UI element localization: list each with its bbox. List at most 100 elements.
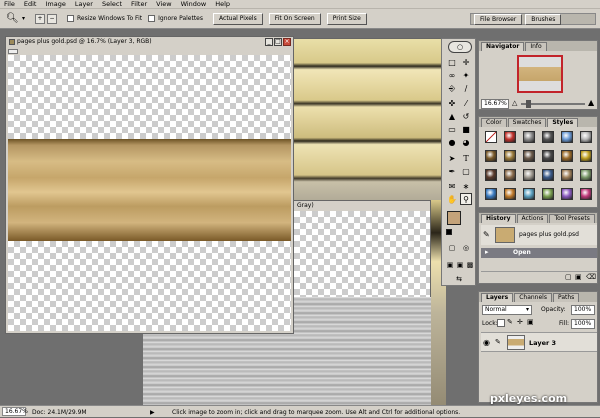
style-swatch[interactable] <box>504 169 516 181</box>
opacity-field[interactable]: 100% <box>571 305 595 315</box>
default-colors-icon[interactable] <box>446 229 452 235</box>
tab-layers[interactable]: Layers <box>481 293 514 302</box>
fill-field[interactable]: 100% <box>571 319 595 329</box>
history-snapshot-row[interactable]: ✎ pages plus gold.psd <box>481 225 597 245</box>
style-swatch[interactable] <box>504 150 516 162</box>
tab-info[interactable]: Info <box>525 42 547 51</box>
menu-window[interactable]: Window <box>181 0 207 9</box>
background-document-window[interactable] <box>293 38 443 210</box>
ignore-palettes-checkbox[interactable]: Ignore Palettes <box>148 15 203 22</box>
blur-tool-icon[interactable]: ● <box>446 136 458 148</box>
lock-position-icon[interactable]: ✛ <box>517 318 523 326</box>
type-tool-icon[interactable]: T <box>460 152 472 164</box>
crop-tool-icon[interactable]: ⎆ <box>446 82 458 94</box>
style-swatch[interactable] <box>504 188 516 200</box>
tab-swatches[interactable]: Swatches <box>507 118 547 127</box>
style-swatch[interactable] <box>580 150 592 162</box>
menu-edit[interactable]: Edit <box>24 0 37 9</box>
tab-actions[interactable]: Actions <box>516 214 549 223</box>
actual-pixels-button[interactable]: Actual Pixels <box>213 12 263 25</box>
trash-icon[interactable]: ⌫ <box>586 273 596 281</box>
zoom-out-icon[interactable]: − <box>47 13 58 24</box>
gradient-tool-icon[interactable]: ■ <box>460 123 472 135</box>
maximize-icon[interactable]: □ <box>274 38 282 46</box>
style-swatch[interactable] <box>542 169 554 181</box>
style-swatch[interactable] <box>561 169 573 181</box>
style-swatch[interactable] <box>504 131 516 143</box>
lock-image-icon[interactable]: ✎ <box>507 318 513 326</box>
print-size-button[interactable]: Print Size <box>326 12 367 25</box>
tab-paths[interactable]: Paths <box>552 293 580 302</box>
style-swatch[interactable] <box>561 150 573 162</box>
close-icon[interactable]: × <box>283 38 291 46</box>
tab-styles[interactable]: Styles <box>547 118 579 127</box>
navigator-zoom-field[interactable]: 16.67% <box>481 99 509 109</box>
shape-tool-icon[interactable]: ▢ <box>460 165 472 177</box>
jump-to-imageready-icon[interactable]: ⇆ <box>453 273 465 285</box>
style-swatch[interactable] <box>542 188 554 200</box>
navigator-zoom-in-icon[interactable]: ▲ <box>588 98 594 107</box>
zoom-tool-icon[interactable]: 🔍︎ <box>6 13 20 24</box>
menu-file[interactable]: File <box>4 0 15 9</box>
tab-navigator[interactable]: Navigator <box>481 42 525 51</box>
style-swatch[interactable] <box>561 131 573 143</box>
new-document-icon[interactable]: ▢ <box>565 273 572 281</box>
menu-select[interactable]: Select <box>102 0 122 9</box>
fit-on-screen-button[interactable]: Fit On Screen <box>268 12 321 25</box>
menu-filter[interactable]: Filter <box>131 0 147 9</box>
navigator-zoom-out-icon[interactable]: △ <box>512 99 517 107</box>
marquee-tool-icon[interactable]: □ <box>446 56 458 68</box>
screen-mode-full-black-icon[interactable]: ▩ <box>464 259 476 271</box>
lock-transparency-icon[interactable] <box>497 319 505 327</box>
history-brush-tool-icon[interactable]: ↺ <box>460 110 472 122</box>
lock-all-icon[interactable]: ▣ <box>527 318 534 326</box>
style-swatch[interactable] <box>485 188 497 200</box>
file-browser-tab[interactable]: File Browser <box>474 13 523 25</box>
move-tool-icon[interactable]: ✛ <box>460 56 472 68</box>
resize-windows-checkbox[interactable]: Resize Windows To Fit <box>67 15 142 22</box>
style-swatch[interactable] <box>523 150 535 162</box>
style-swatch[interactable] <box>485 169 497 181</box>
standard-mode-icon[interactable]: ▢ <box>446 242 458 254</box>
tab-history[interactable]: History <box>481 214 516 223</box>
clone-stamp-tool-icon[interactable]: ▲ <box>446 110 458 122</box>
main-document-window[interactable]: pages plus gold.psd @ 16.7% (Layer 3, RG… <box>5 36 294 334</box>
navigator-slider-handle[interactable] <box>526 100 531 108</box>
brushes-tab[interactable]: Brushes <box>525 13 562 25</box>
style-swatch[interactable] <box>542 131 554 143</box>
style-swatch[interactable] <box>580 169 592 181</box>
style-swatch[interactable] <box>580 131 592 143</box>
tab-tool-presets[interactable]: Tool Presets <box>549 214 595 223</box>
slice-tool-icon[interactable]: ∕ <box>460 82 472 94</box>
eyedropper-tool-icon[interactable]: ∗ <box>460 180 472 192</box>
style-swatch[interactable] <box>485 150 497 162</box>
status-zoom-field[interactable]: 16.67% <box>2 407 28 416</box>
pen-tool-icon[interactable]: ✒ <box>446 165 458 177</box>
hand-tool-icon[interactable]: ✋ <box>446 193 458 205</box>
history-step-row[interactable]: ▸ Open <box>481 248 597 258</box>
magic-wand-tool-icon[interactable]: ✦ <box>460 69 472 81</box>
zoom-in-icon[interactable]: + <box>35 13 46 24</box>
tab-color[interactable]: Color <box>481 118 507 127</box>
notes-tool-icon[interactable]: ✉ <box>446 180 458 192</box>
minimize-icon[interactable]: _ <box>265 38 273 46</box>
new-snapshot-icon[interactable]: ▣ <box>575 273 582 281</box>
quick-mask-mode-icon[interactable]: ◎ <box>460 242 472 254</box>
menu-view[interactable]: View <box>156 0 171 9</box>
style-swatch[interactable] <box>542 150 554 162</box>
layer-row[interactable]: ◉ ✎ Layer 3 <box>481 332 597 352</box>
brush-tool-icon[interactable]: ⁄ <box>460 97 472 109</box>
eraser-tool-icon[interactable]: ▭ <box>446 123 458 135</box>
menu-help[interactable]: Help <box>215 0 230 9</box>
style-swatch[interactable] <box>485 131 497 143</box>
healing-brush-tool-icon[interactable]: ✜ <box>446 97 458 109</box>
zoom-tool-icon[interactable]: ⚲ <box>460 193 472 205</box>
menu-image[interactable]: Image <box>45 0 65 9</box>
toolbox-logo-icon[interactable]: ○ <box>448 41 472 53</box>
style-swatch[interactable] <box>523 188 535 200</box>
dodge-tool-icon[interactable]: ◕ <box>460 136 472 148</box>
tool-preset-dropdown-icon[interactable]: ▾ <box>22 15 25 22</box>
tab-channels[interactable]: Channels <box>514 293 552 302</box>
menu-layer[interactable]: Layer <box>75 0 93 9</box>
style-swatch[interactable] <box>523 131 535 143</box>
